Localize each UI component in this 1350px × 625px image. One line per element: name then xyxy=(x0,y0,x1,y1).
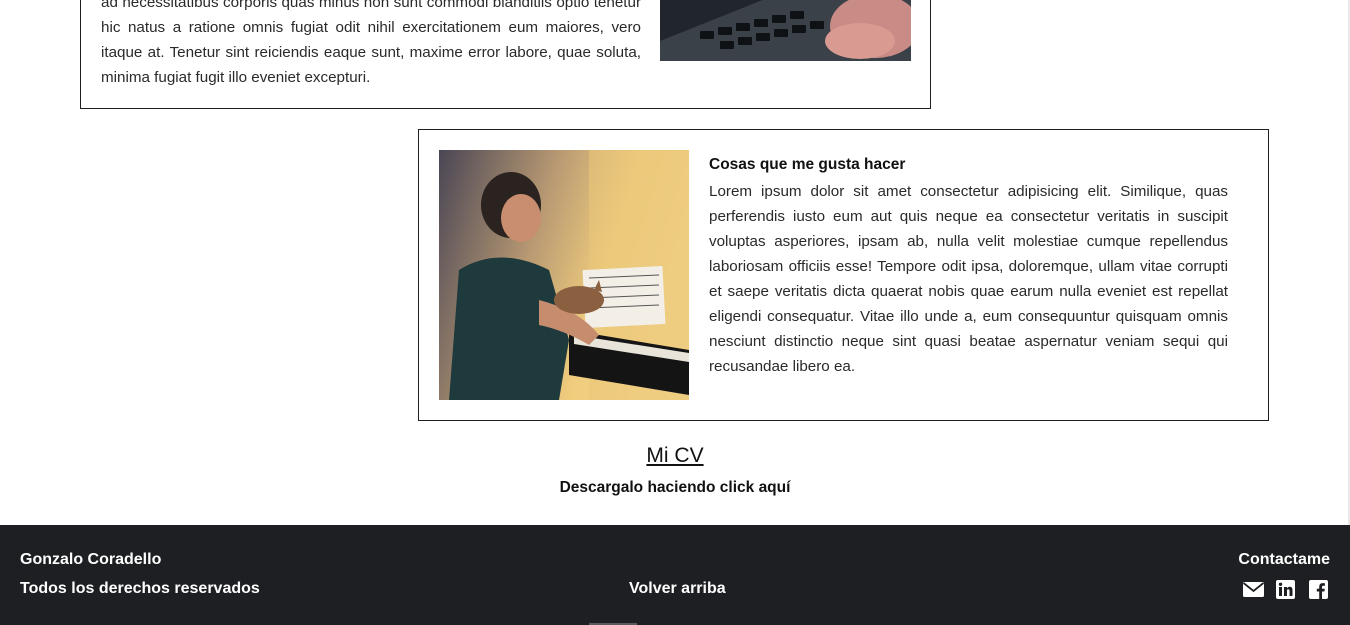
about-card-text: ad necessitatibus corporis quas minus no… xyxy=(101,0,641,86)
laptop-photo xyxy=(660,0,911,61)
facebook-icon[interactable] xyxy=(1309,580,1330,599)
linkedin-icon[interactable] xyxy=(1276,580,1297,599)
footer-rights: Todos los derechos reservados xyxy=(20,580,260,597)
hobbies-card: Cosas que me gusta hacer Lorem ipsum dol… xyxy=(418,129,1269,421)
about-card: ad necessitatibus corporis quas minus no… xyxy=(80,0,931,109)
footer-contact-label: Contactame xyxy=(1238,551,1330,568)
cv-link[interactable]: Mi CV xyxy=(0,444,1350,468)
envelope-icon[interactable] xyxy=(1242,580,1265,599)
footer-author-name: Gonzalo Coradello xyxy=(20,551,162,568)
back-to-top-link[interactable]: Volver arriba xyxy=(629,580,726,598)
cv-download-text[interactable]: Descargalo haciendo click aquí xyxy=(0,479,1350,497)
hobbies-title: Cosas que me gusta hacer xyxy=(709,156,906,173)
footer: Gonzalo Coradello Todos los derechos res… xyxy=(0,525,1350,625)
social-icons xyxy=(1242,580,1330,599)
piano-photo xyxy=(439,150,689,400)
hobbies-text: Lorem ipsum dolor sit amet consectetur a… xyxy=(709,183,1228,375)
